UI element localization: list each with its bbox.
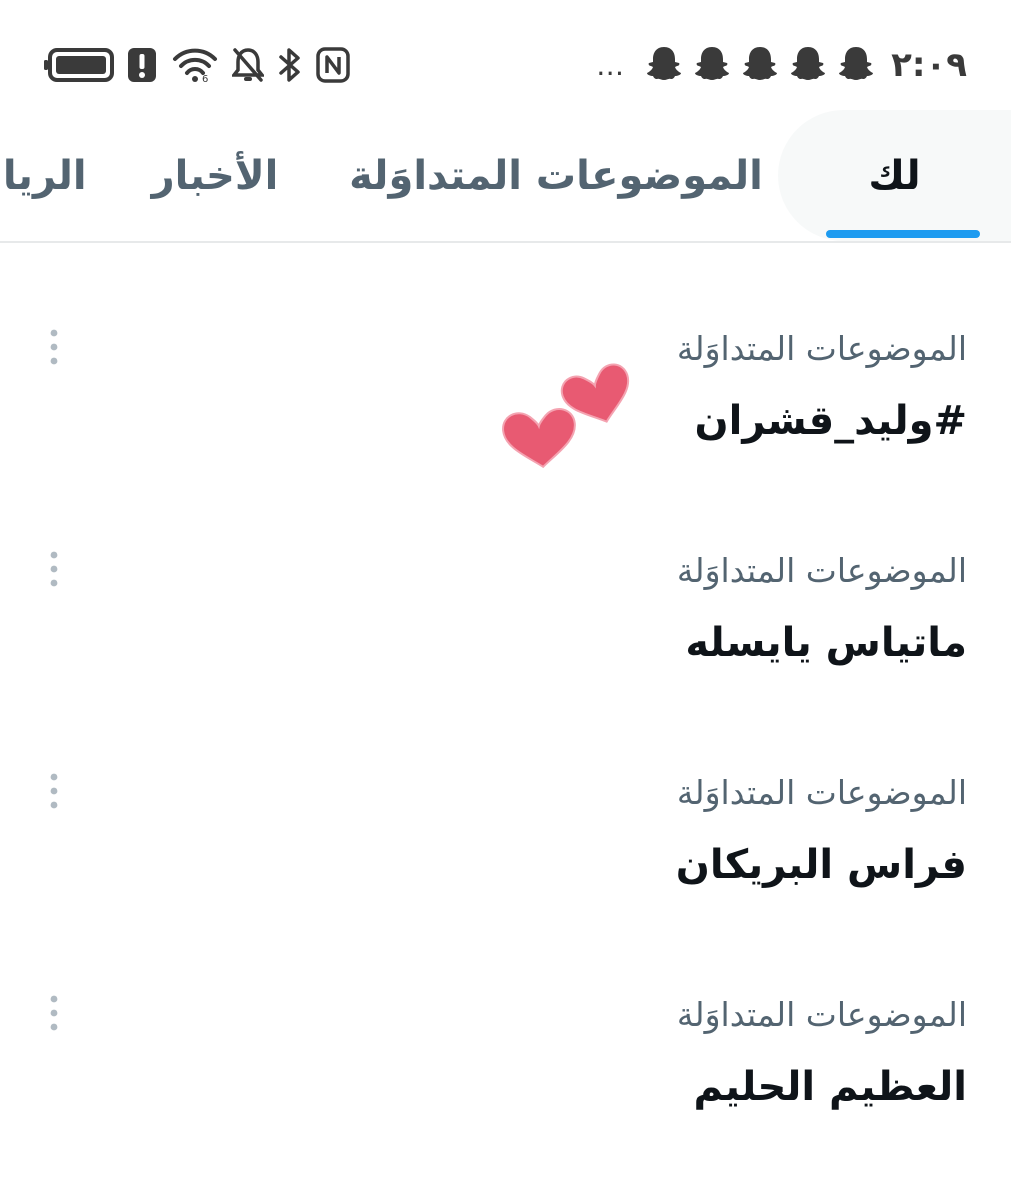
system-status-icons: 6 bbox=[44, 45, 350, 85]
bluetooth-icon bbox=[278, 47, 302, 83]
trend-item[interactable]: الموضوعات المتداوَلة فراس البريكان bbox=[0, 687, 1011, 909]
tab-trending-label: الموضوعات المتداوَلة bbox=[349, 152, 763, 199]
trend-more-button[interactable] bbox=[40, 769, 68, 813]
explore-tabs: لك الموضوعات المتداوَلة الأخبار الرياضة bbox=[0, 110, 1011, 243]
trend-category: الموضوعات المتداوَلة bbox=[676, 329, 967, 368]
hearts-sticker bbox=[498, 355, 648, 475]
tab-news[interactable]: الأخبار bbox=[130, 110, 300, 241]
tab-for-you-label: لك bbox=[868, 152, 921, 199]
tab-news-label: الأخبار bbox=[151, 152, 279, 199]
trend-item[interactable]: الموضوعات المتداوَلة ماتياس يايسله bbox=[0, 465, 1011, 687]
trend-name: العظيم الحليم bbox=[693, 1064, 967, 1110]
trend-name: فراس البريكان bbox=[675, 842, 967, 888]
snapchat-icon bbox=[741, 44, 779, 86]
trend-item[interactable]: الموضوعات المتداوَلة العظيم الحليم bbox=[0, 909, 1011, 1131]
snapchat-icon bbox=[789, 44, 827, 86]
trend-category: الموضوعات المتداوَلة bbox=[676, 551, 967, 590]
bell-off-icon bbox=[232, 47, 264, 83]
trend-name: ماتياس يايسله bbox=[685, 620, 967, 666]
snapchat-icon bbox=[693, 44, 731, 86]
trend-category: الموضوعات المتداوَلة bbox=[676, 773, 967, 812]
more-vertical-icon bbox=[50, 773, 58, 809]
trend-name: #وليد_قشران bbox=[694, 398, 967, 444]
tab-sports[interactable]: الرياضة bbox=[0, 110, 87, 241]
trend-category: الموضوعات المتداوَلة bbox=[676, 995, 967, 1034]
wifi-icon: 6 bbox=[172, 47, 218, 83]
svg-text:6: 6 bbox=[202, 74, 208, 83]
tab-for-you[interactable]: لك bbox=[778, 110, 1011, 241]
active-tab-indicator bbox=[826, 230, 980, 238]
trend-more-button[interactable] bbox=[40, 325, 68, 369]
more-vertical-icon bbox=[50, 995, 58, 1031]
more-vertical-icon bbox=[50, 329, 58, 365]
battery-icon bbox=[44, 48, 114, 82]
trend-more-button[interactable] bbox=[40, 547, 68, 591]
tab-trending[interactable]: الموضوعات المتداوَلة bbox=[340, 110, 772, 241]
snapchat-icon bbox=[837, 44, 875, 86]
notification-status: … ٢:٠٩ bbox=[596, 42, 967, 88]
trend-more-button[interactable] bbox=[40, 991, 68, 1035]
snapchat-icon bbox=[645, 44, 683, 86]
more-vertical-icon bbox=[50, 551, 58, 587]
more-notifications-indicator: … bbox=[596, 48, 626, 82]
alert-icon bbox=[128, 48, 158, 82]
status-bar: 6 … ٢:٠٩ bbox=[0, 0, 1011, 120]
status-time: ٢:٠٩ bbox=[891, 45, 967, 85]
nfc-icon bbox=[316, 47, 350, 83]
tab-sports-label: الرياضة bbox=[0, 152, 87, 199]
